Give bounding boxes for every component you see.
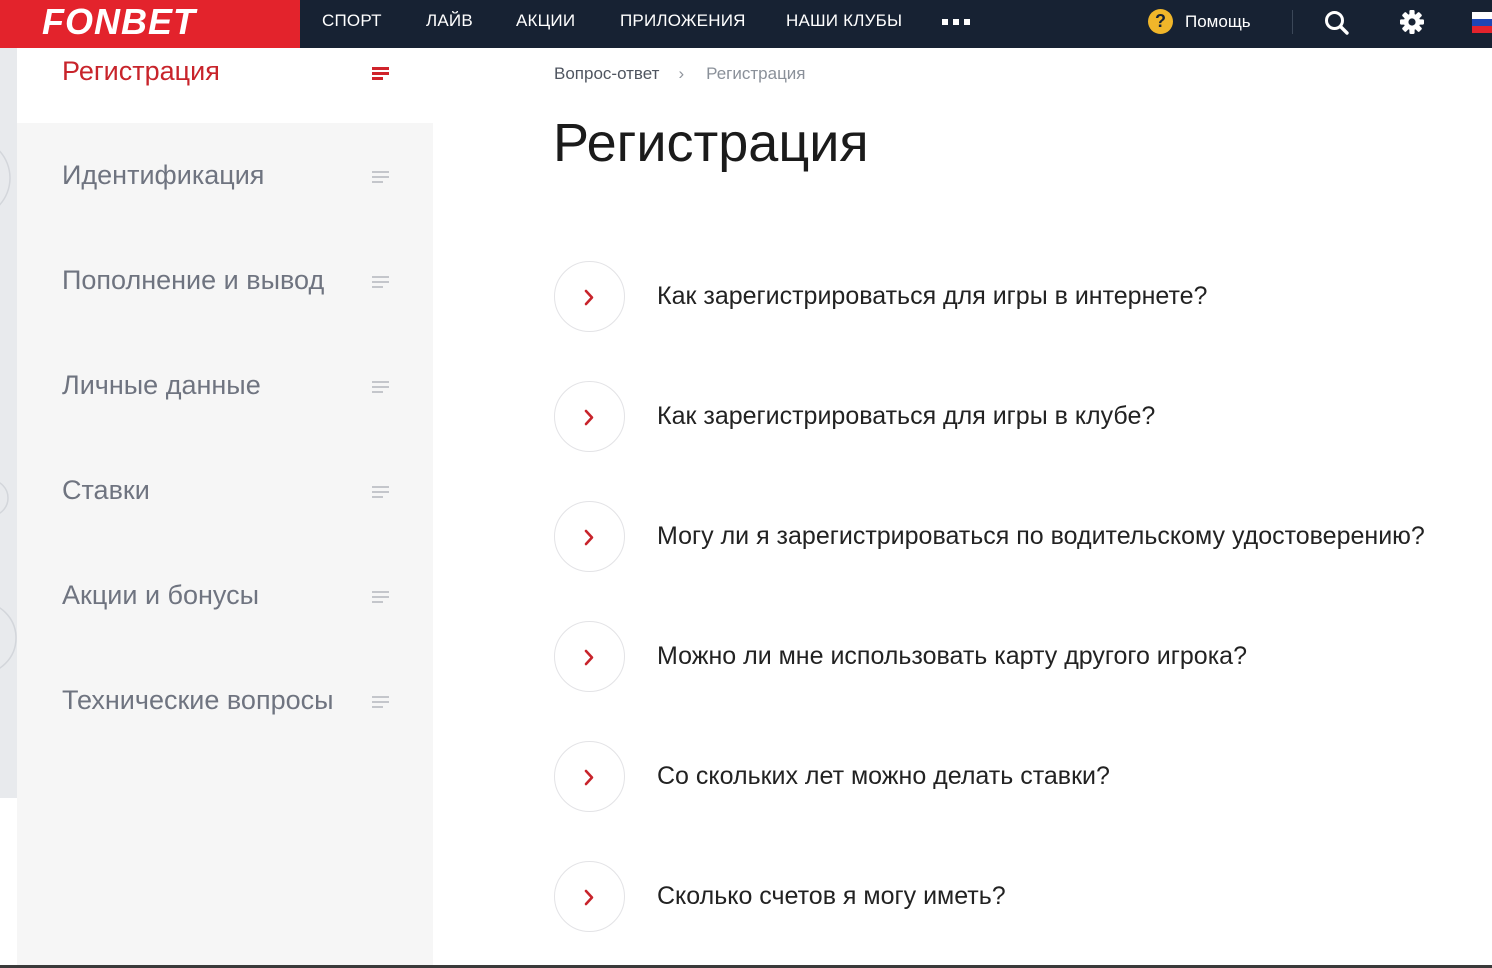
faq-question-text[interactable]: Со скольких лет можно делать ставки? [657,762,1110,791]
sidebar-item-personal-data[interactable]: Личные данные [17,333,433,438]
expand-button[interactable] [554,621,625,692]
page-title: Регистрация [553,113,869,173]
sidebar-item-deposit-withdrawal[interactable]: Пополнение и вывод [17,228,433,333]
nav-item-apps[interactable]: Приложения [620,0,746,44]
breadcrumb: Вопрос-ответ › Регистрация [554,64,806,84]
list-lines-icon [372,67,389,81]
chevron-right-icon [584,769,594,786]
faq-question-text[interactable]: Как зарегистрироваться для игры в клубе? [657,402,1155,431]
sidebar-item-identification[interactable]: Идентификация [17,123,433,228]
question-circle-icon: ? [1148,9,1173,34]
faq-question[interactable]: Можно ли мне использовать карту другого … [554,621,1492,693]
faq-question[interactable]: Как зарегистрироваться для игры в интерн… [554,261,1492,333]
sidebar-item-technical-questions[interactable]: Технические вопросы [17,648,433,753]
logo-area[interactable]: FONBET [0,0,300,48]
more-dots-icon[interactable] [942,19,972,25]
nav-item-live[interactable]: Лайв [426,0,473,44]
sidebar-item-label: Ставки [62,475,150,505]
faq-question-text[interactable]: Можно ли мне использовать карту другого … [657,642,1247,671]
sidebar-item-bets[interactable]: Ставки [17,438,433,543]
faq-question[interactable]: Могу ли я зарегистрироваться по водитель… [554,501,1492,573]
sidebar-item-label: Технические вопросы [62,685,334,715]
help-label: Помощь [1185,12,1251,31]
expand-button[interactable] [554,741,625,812]
list-lines-icon [372,696,389,710]
faq-question-text[interactable]: Как зарегистрироваться для игры в интерн… [657,282,1207,311]
chevron-right-icon [584,649,594,666]
chevron-right-icon [584,289,594,306]
chevron-right-icon [584,889,594,906]
sidebar-item-registration[interactable]: Регистрация [17,48,433,123]
sidebar-item-promotions-bonuses[interactable]: Акции и бонусы [17,543,433,648]
list-lines-icon [372,171,389,185]
chevron-right-icon [584,529,594,546]
nav-item-sport[interactable]: Спорт [322,0,382,44]
expand-button[interactable] [554,861,625,932]
nav-divider [1292,10,1293,34]
expand-button[interactable] [554,381,625,452]
brand-logo[interactable]: FONBET [42,2,196,42]
sidebar-item-label: Идентификация [62,160,265,190]
faq-question-text[interactable]: Могу ли я зарегистрироваться по водитель… [657,522,1425,551]
faq-question[interactable]: Как зарегистрироваться для игры в клубе? [554,381,1492,453]
faq-question[interactable]: Со скольких лет можно делать ставки? [554,741,1492,813]
search-icon[interactable] [1322,8,1352,38]
nav-item-promotions[interactable]: Акции [516,0,575,44]
faq-question-text[interactable]: Сколько счетов я могу иметь? [657,882,1006,911]
chevron-right-icon [584,409,594,426]
expand-button[interactable] [554,501,625,572]
list-lines-icon [372,486,389,500]
sidebar-item-label: Регистрация [62,56,220,86]
sidebar-item-label: Пополнение и вывод [62,265,325,295]
expand-button[interactable] [554,261,625,332]
faq-question[interactable]: Сколько счетов я могу иметь? [554,861,1492,933]
nav-item-our-clubs[interactable]: Наши клубы [786,0,902,44]
list-lines-icon [372,381,389,395]
russia-flag-icon[interactable] [1472,12,1492,33]
gear-icon[interactable] [1397,8,1427,38]
list-lines-icon [372,591,389,605]
breadcrumb-root[interactable]: Вопрос-ответ [554,64,659,83]
left-edge-strip [0,48,17,798]
top-navigation-bar: FONBET Спорт Лайв Акции Приложения Наши … [0,0,1492,48]
sidebar-item-label: Акции и бонусы [62,580,260,610]
breadcrumb-separator: › [678,64,685,83]
list-lines-icon [372,276,389,290]
breadcrumb-current: Регистрация [706,64,806,83]
sidebar-item-label: Личные данные [62,370,261,400]
